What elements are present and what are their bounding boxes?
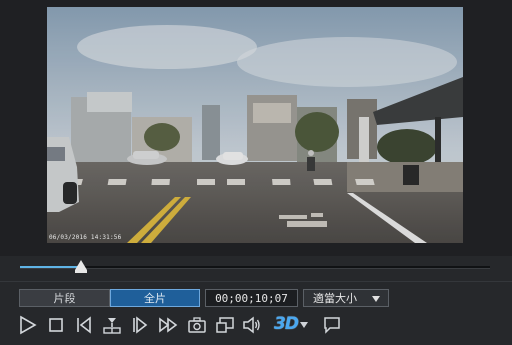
3d-icon[interactable]: 3D — [274, 313, 299, 335]
dropdown-arrow-icon[interactable] — [300, 322, 308, 328]
zoom-select[interactable]: 適當大小 — [303, 289, 389, 307]
display-mode-button[interactable] — [214, 314, 236, 336]
previous-frame-button[interactable] — [73, 314, 95, 336]
seek-track[interactable] — [20, 266, 490, 269]
volume-button[interactable] — [241, 314, 263, 336]
subtitle-icon — [324, 317, 340, 334]
subtitle-button[interactable] — [321, 314, 343, 336]
split-button[interactable] — [101, 314, 123, 336]
snapshot-button[interactable] — [186, 314, 208, 336]
zoom-select-value: 適當大小 — [313, 292, 357, 305]
play-icon — [20, 315, 37, 335]
seek-thumb[interactable] — [75, 260, 88, 273]
chevron-down-icon — [372, 296, 380, 302]
clip-mode-tab[interactable]: 片段 — [19, 289, 110, 307]
seek-progress-fill — [20, 266, 82, 268]
full-movie-mode-tab[interactable]: 全片 — [110, 289, 200, 307]
stop-button[interactable] — [45, 314, 67, 336]
player-controls: 片段 全片 00;00;10;07 適當大小 3D — [0, 281, 512, 345]
seek-bar[interactable] — [20, 260, 490, 273]
video-viewer: 06/03/2016 14:31:56 — [0, 0, 512, 256]
previous-frame-icon — [77, 316, 91, 334]
split-icon — [103, 318, 121, 334]
dashcam-scene — [47, 7, 463, 243]
timecode-display[interactable]: 00;00;10;07 — [205, 289, 298, 307]
volume-icon — [243, 316, 260, 334]
display-mode-icon — [216, 317, 234, 333]
snapshot-icon — [188, 317, 206, 333]
stop-icon — [49, 318, 63, 332]
play-button[interactable] — [17, 314, 39, 336]
next-frame-button[interactable] — [129, 314, 151, 336]
next-frame-icon — [133, 316, 148, 334]
video-timestamp-overlay: 06/03/2016 14:31:56 — [49, 234, 122, 241]
video-frame[interactable]: 06/03/2016 14:31:56 — [47, 7, 463, 243]
fast-forward-icon — [159, 317, 178, 333]
fast-forward-button[interactable] — [157, 314, 179, 336]
